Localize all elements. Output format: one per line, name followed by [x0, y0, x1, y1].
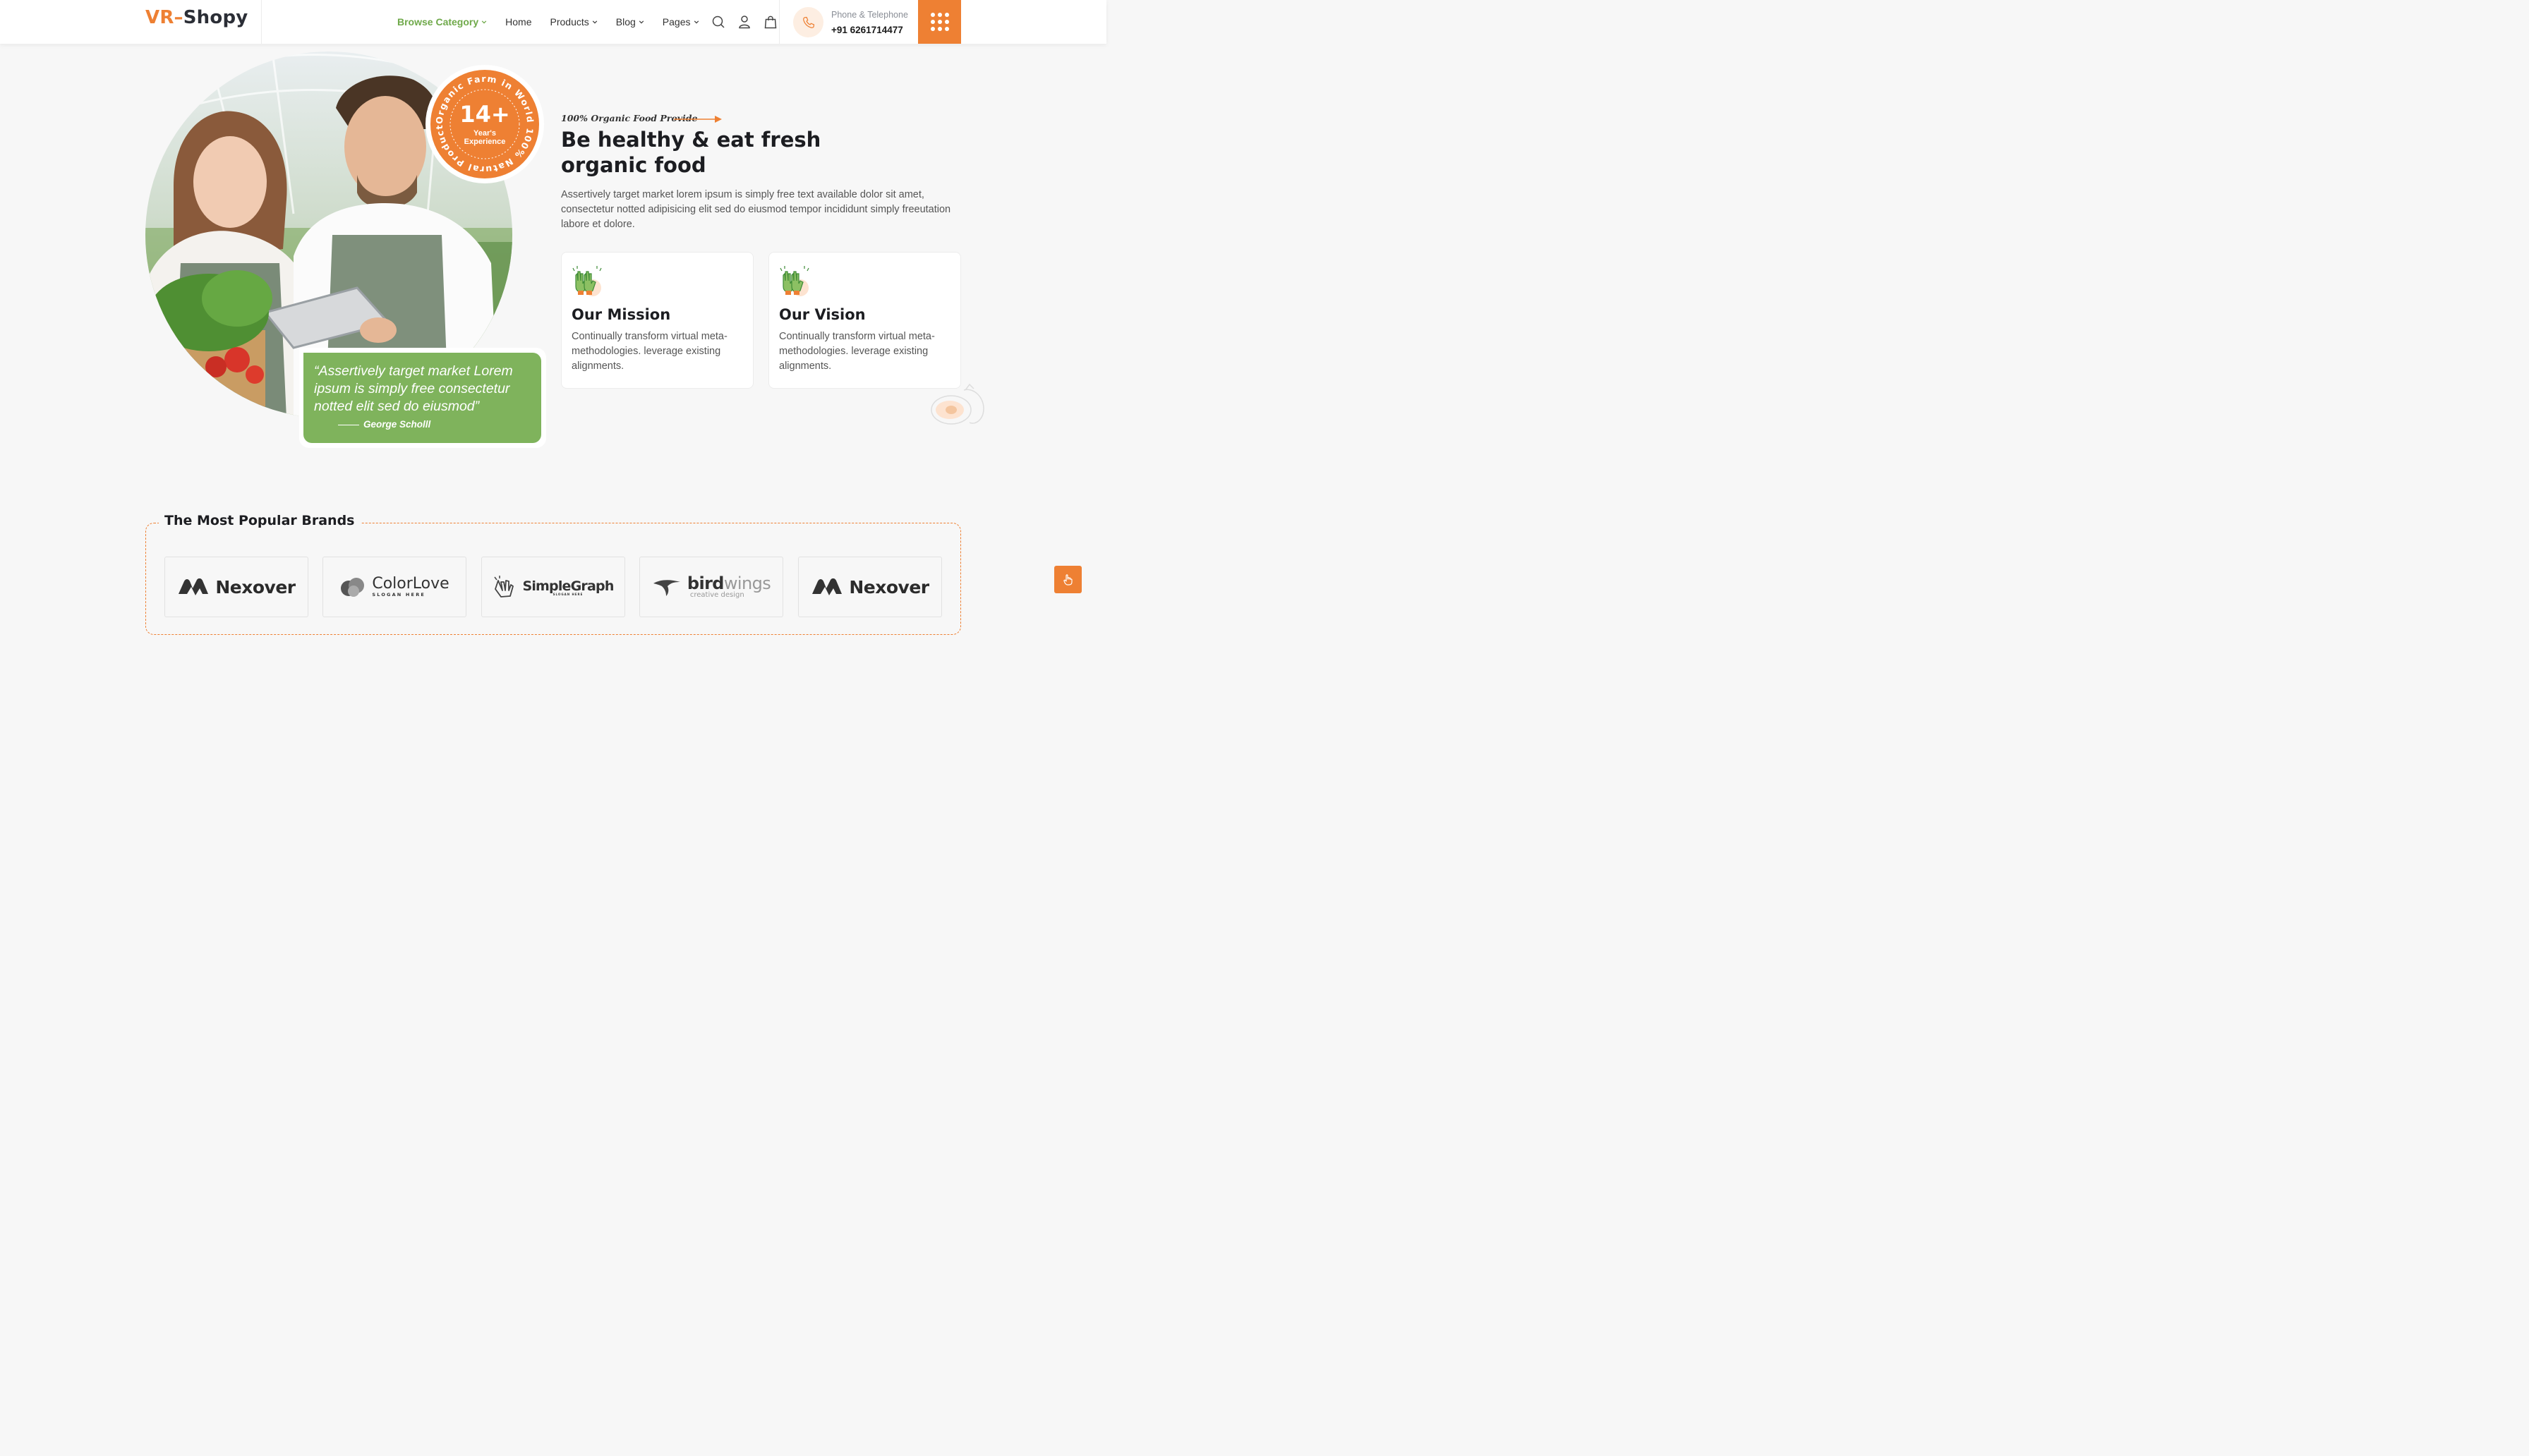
- phone-icon: [802, 16, 814, 28]
- badge-line-1: Year's: [473, 129, 496, 138]
- nav-label: Home: [505, 16, 532, 28]
- brands-title: The Most Popular Brands: [159, 513, 361, 528]
- nav-blog[interactable]: Blog: [616, 16, 644, 28]
- badge-number: 14+: [459, 101, 510, 128]
- brand-name-part-1: bird: [687, 573, 725, 593]
- brand-name: Nexover: [215, 576, 296, 597]
- card-title: Our Vision: [779, 306, 866, 323]
- menu-button[interactable]: [918, 0, 961, 44]
- experience-badge: Organic Farm in World 100% Natural Produ…: [425, 65, 544, 183]
- card-title: Our Mission: [572, 306, 671, 323]
- bird-logo-icon: [653, 580, 680, 596]
- site-logo[interactable]: VR–Shopy: [145, 7, 248, 28]
- nav-label: Products: [550, 16, 589, 28]
- brand-colorlove[interactable]: ColorLove SLOGAN HERE: [322, 557, 466, 617]
- chevron-down-icon: [592, 20, 598, 24]
- phone-icon-circle[interactable]: [793, 7, 823, 37]
- grid-dots-icon: [930, 13, 949, 31]
- hero-title-line-1: Be healthy & eat fresh: [561, 128, 821, 152]
- colorlove-logo-icon: [341, 578, 365, 597]
- search-icon[interactable]: [711, 15, 725, 29]
- brand-nexover-2[interactable]: Nexover: [798, 557, 942, 617]
- badge-subtitle: Year's Experience: [430, 129, 539, 146]
- brand-text: ColorLove SLOGAN HERE: [372, 575, 449, 598]
- hero-title: Be healthy & eat fresh organic food: [561, 127, 857, 178]
- brand-name: Nexover: [849, 576, 929, 597]
- gloves-icon: [572, 266, 602, 296]
- badge-line-2: Experience: [464, 138, 506, 146]
- quote-author-name: George Scholll: [363, 419, 431, 430]
- hand-pointer-icon: [1063, 574, 1073, 586]
- nav-home[interactable]: Home: [505, 16, 531, 28]
- shopping-bag-icon[interactable]: [763, 15, 778, 29]
- nav-products[interactable]: Products: [550, 16, 598, 28]
- brand-simplegraph[interactable]: SimpleGraph SLOGAN HERE: [481, 557, 625, 617]
- header-divider: [779, 0, 780, 44]
- logo-dash: –: [174, 7, 183, 28]
- arrow-right-icon: [674, 116, 722, 123]
- hand-pointer-logo-icon: [494, 576, 514, 597]
- brand-name: ColorLove: [372, 575, 449, 593]
- hero-description: Assertively target market lorem ipsum is…: [561, 189, 951, 230]
- quote-author: George Scholll: [314, 419, 531, 430]
- brand-text: birdwings creative design: [687, 573, 771, 599]
- chevron-down-icon: [481, 20, 487, 24]
- brand-birdwings[interactable]: birdwings creative design: [639, 557, 783, 617]
- avocado-decoration-icon: [931, 383, 984, 425]
- nav-label: Pages: [662, 16, 691, 28]
- logo-text-shopy: Shopy: [183, 7, 248, 28]
- user-icon[interactable]: [737, 15, 752, 29]
- header-divider: [261, 0, 262, 44]
- quote-text: “Assertively target market Lorem ipsum i…: [314, 363, 513, 414]
- card-text: Continually transform virtual meta-metho…: [572, 331, 728, 372]
- chevron-down-icon: [639, 20, 644, 24]
- testimonial-quote: “Assertively target market Lorem ipsum i…: [303, 353, 541, 443]
- vision-card: Our Vision Continually transform virtual…: [768, 252, 961, 389]
- nav-label: Blog: [615, 16, 636, 28]
- experience-badge-circle: Organic Farm in World 100% Natural Produ…: [430, 70, 539, 178]
- brand-text: SimpleGraph SLOGAN HERE: [522, 578, 614, 596]
- brand-name-part-2: wings: [723, 573, 771, 593]
- nexover-logo-icon: [179, 578, 209, 595]
- gloves-icon: [780, 266, 809, 296]
- nav-pages[interactable]: Pages: [663, 16, 699, 28]
- brand-slogan: SLOGAN HERE: [372, 592, 426, 597]
- phone-number[interactable]: +91 6261714477: [831, 25, 903, 35]
- brand-nexover[interactable]: Nexover: [164, 557, 308, 617]
- scroll-to-top-button[interactable]: [1054, 566, 1082, 593]
- nav-browse-category[interactable]: Browse Category: [397, 16, 487, 28]
- card-text: Continually transform virtual meta-metho…: [779, 331, 935, 372]
- site-header: VR–Shopy Browse Category Home Products B…: [0, 0, 1106, 44]
- testimonial-quote-box: “Assertively target market Lorem ipsum i…: [299, 348, 546, 448]
- main-nav: Browse Category Home Products Blog Pages: [397, 0, 718, 44]
- logo-text-vr: VR: [145, 7, 174, 28]
- brand-name: SimpleGraph: [522, 578, 614, 594]
- phone-label: Phone & Telephone: [831, 10, 908, 20]
- hero-title-line-2: organic food: [561, 153, 706, 177]
- chevron-down-icon: [694, 20, 699, 24]
- nexover-logo-icon: [812, 578, 843, 595]
- nav-label: Browse Category: [397, 16, 479, 28]
- mission-card: Our Mission Continually transform virtua…: [561, 252, 754, 389]
